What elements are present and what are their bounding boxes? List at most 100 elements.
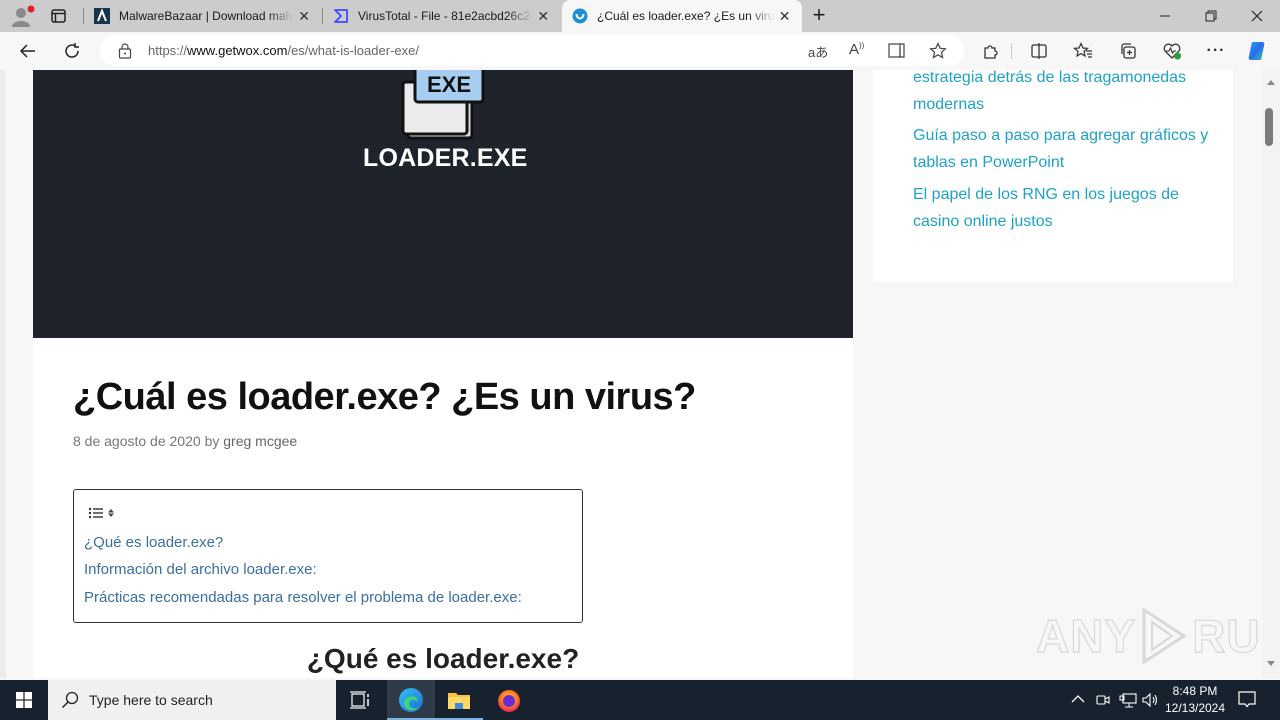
tab-title: ¿Cuál es loader.exe? ¿Es un virus? bbox=[597, 9, 776, 23]
favorites-button[interactable] bbox=[1068, 36, 1098, 66]
close-tab-icon[interactable]: ✕ bbox=[533, 8, 553, 25]
browser-essentials-button[interactable] bbox=[1157, 36, 1187, 66]
windows-logo-icon bbox=[16, 692, 32, 708]
tab-strip: MalwareBazaar | Download malw ✕ VirusTot… bbox=[0, 0, 1280, 32]
clock-date: 12/13/2024 bbox=[1164, 701, 1226, 715]
edge-icon bbox=[399, 688, 423, 712]
camera-tray-icon[interactable] bbox=[1096, 692, 1110, 708]
minimize-button[interactable] bbox=[1142, 0, 1188, 32]
sidebar-recent-posts: estrategia detrás de las tragamonedas mo… bbox=[873, 70, 1233, 282]
restore-icon bbox=[1205, 10, 1217, 22]
extensions-button[interactable] bbox=[976, 36, 1006, 66]
article-title: ¿Cuál es loader.exe? ¿Es un virus? bbox=[73, 376, 696, 418]
article: ¿Cuál es loader.exe? ¿Es un virus? 8 de … bbox=[33, 338, 853, 678]
taskbar-file-explorer[interactable] bbox=[435, 680, 483, 720]
close-tab-icon[interactable]: ✕ bbox=[294, 8, 314, 25]
read-aloud-icon[interactable]: A)) bbox=[849, 41, 864, 58]
translate-icon[interactable]: aあ bbox=[808, 42, 828, 61]
url-text[interactable]: https://www.getwox.com/es/what-is-loader… bbox=[148, 43, 419, 58]
post-meta: 8 de agosto de 2020 by greg mcgee bbox=[73, 433, 297, 449]
close-tab-icon[interactable]: ✕ bbox=[775, 8, 794, 25]
system-clock[interactable]: 8:48 PM 12/13/2024 bbox=[1162, 683, 1228, 717]
scrollbar-thumb[interactable] bbox=[1265, 108, 1273, 146]
new-tab-button[interactable]: + bbox=[806, 4, 832, 28]
watermark-left: ANY bbox=[1035, 609, 1137, 662]
play-logo-icon bbox=[1142, 607, 1187, 665]
list-icon bbox=[88, 507, 103, 519]
toc-link[interactable]: ¿Qué es loader.exe? bbox=[84, 534, 223, 551]
hero-caption: LOADER.EXE bbox=[363, 144, 528, 172]
restore-button[interactable] bbox=[1188, 0, 1234, 32]
sidebar-post-link[interactable]: estrategia detrás de las tragamonedas mo… bbox=[913, 70, 1213, 118]
tab-virustotal[interactable]: VirusTotal - File - 81e2acbd26c2d ✕ bbox=[323, 0, 561, 32]
page-scrollbar[interactable] bbox=[1262, 70, 1280, 678]
favorites-icon bbox=[1073, 42, 1092, 58]
split-screen-button[interactable] bbox=[1024, 36, 1054, 66]
post-by: by bbox=[204, 433, 220, 449]
volume-icon[interactable] bbox=[1142, 692, 1160, 708]
url-path: /es/what-is-loader-exe/ bbox=[287, 43, 419, 58]
lock-icon[interactable] bbox=[118, 43, 132, 59]
more-menu-button[interactable]: ··· bbox=[1201, 36, 1231, 66]
post-date: 8 de agosto de 2020 bbox=[73, 433, 201, 449]
close-window-button[interactable] bbox=[1234, 0, 1280, 32]
show-hidden-icons-chevron[interactable] bbox=[1071, 694, 1085, 704]
sidebar-post-link[interactable]: Guía paso a paso para agregar gráficos y… bbox=[913, 122, 1213, 176]
profile-icon bbox=[12, 5, 35, 27]
tab-actions-icon bbox=[51, 9, 66, 23]
firefox-icon bbox=[498, 690, 520, 712]
web-page: EXE LOADER.EXE ¿Cuál es loader.exe? ¿Es … bbox=[0, 70, 1262, 678]
puzzle-icon bbox=[984, 45, 998, 59]
url-scheme: https:// bbox=[148, 43, 188, 58]
malwarebazaar-icon bbox=[94, 8, 110, 24]
minimize-icon bbox=[1160, 15, 1170, 17]
copilot-button[interactable] bbox=[1243, 36, 1273, 66]
virustotal-icon bbox=[333, 8, 349, 24]
immersive-reader-icon[interactable] bbox=[888, 42, 906, 59]
taskbar-search-box[interactable]: Type here to search bbox=[48, 680, 336, 720]
sidebar-post-link[interactable]: El papel de los RNG en los juegos de cas… bbox=[913, 181, 1213, 235]
exe-badge-text: EXE bbox=[427, 72, 472, 97]
toc-toggle[interactable] bbox=[88, 506, 115, 520]
tab-actions-button[interactable] bbox=[50, 8, 68, 24]
post-author-link[interactable]: greg mcgee bbox=[223, 433, 297, 449]
toc-link[interactable]: Prácticas recomendadas para resolver el … bbox=[84, 589, 522, 606]
taskbar-firefox[interactable] bbox=[485, 680, 533, 720]
notifications-icon[interactable] bbox=[1238, 690, 1256, 708]
url-host: www.getwox.com bbox=[187, 43, 288, 58]
heart-pulse-icon bbox=[1163, 43, 1181, 60]
getwox-icon bbox=[572, 8, 588, 24]
copilot-icon bbox=[1248, 42, 1265, 60]
split-screen-icon bbox=[1031, 43, 1047, 59]
network-icon[interactable] bbox=[1119, 692, 1137, 708]
table-of-contents: ¿Qué es loader.exe? Información del arch… bbox=[73, 489, 583, 623]
anyrun-watermark: ANY RUN bbox=[1035, 606, 1262, 666]
back-button[interactable] bbox=[13, 36, 43, 66]
toolbar-separator bbox=[1011, 43, 1012, 59]
tab-getwox[interactable]: ¿Cuál es loader.exe? ¿Es un virus? ✕ bbox=[562, 0, 802, 32]
toc-link[interactable]: Información del archivo loader.exe: bbox=[84, 561, 317, 578]
page-left-edge bbox=[0, 70, 6, 678]
tab-title: MalwareBazaar | Download malw bbox=[119, 9, 295, 23]
back-arrow-icon bbox=[19, 44, 35, 58]
scroll-up-icon[interactable] bbox=[1266, 78, 1276, 86]
start-button[interactable] bbox=[0, 680, 48, 720]
scroll-down-icon[interactable] bbox=[1266, 660, 1276, 668]
profile-avatar[interactable] bbox=[10, 4, 36, 28]
task-view-button[interactable] bbox=[336, 680, 384, 720]
hero-image: EXE LOADER.EXE bbox=[33, 70, 853, 338]
address-bar[interactable]: https://www.getwox.com/es/what-is-loader… bbox=[100, 35, 964, 66]
refresh-button[interactable] bbox=[57, 36, 87, 66]
folder-icon bbox=[448, 693, 470, 709]
tab-title: VirusTotal - File - 81e2acbd26c2d bbox=[358, 9, 534, 23]
ellipsis-icon: ··· bbox=[1206, 42, 1226, 59]
search-icon bbox=[61, 691, 79, 709]
collections-button[interactable] bbox=[1113, 36, 1143, 66]
taskbar-edge[interactable] bbox=[387, 680, 435, 720]
tab-malwarebazaar[interactable]: MalwareBazaar | Download malw ✕ bbox=[84, 0, 322, 32]
favorite-star-icon[interactable] bbox=[929, 42, 947, 59]
close-icon bbox=[1251, 10, 1263, 22]
windows-taskbar: Type here to search 8:48 PM 12/13/2024 bbox=[0, 680, 1280, 720]
section-heading: ¿Qué es loader.exe? bbox=[306, 643, 580, 674]
collections-icon bbox=[1121, 43, 1136, 59]
